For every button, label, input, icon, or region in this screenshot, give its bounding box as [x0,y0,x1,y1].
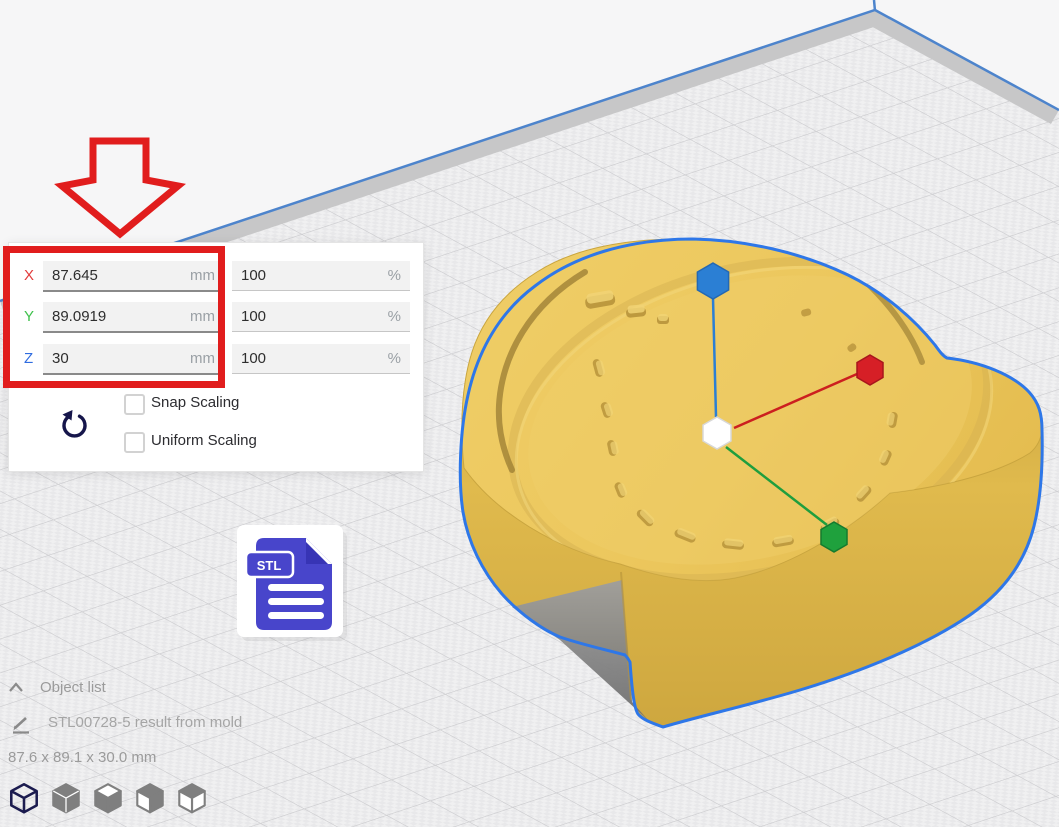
reset-scale-button[interactable] [55,405,93,443]
cube-open-left-icon [132,780,168,816]
uniform-scaling-checkbox[interactable] [124,432,145,453]
scale-row-y: Y mm % [9,302,423,333]
scale-row-x: X mm % [9,261,423,292]
solid-cube-icon [48,780,84,816]
mesh-type-anti-overhang-button[interactable] [174,780,210,816]
scale-row-z: Z mm % [9,344,423,375]
stl-file-badge: STL [237,525,347,641]
scale-x-input[interactable] [43,261,224,290]
snap-scaling-label: Snap Scaling [151,394,239,411]
cube-open-top-icon [90,780,126,816]
mesh-type-dont-support-overlaps-button[interactable] [132,780,168,816]
object-list-header[interactable]: Object list [40,679,106,696]
wireframe-cube-icon [6,780,42,816]
scale-x-mm-field: mm [43,261,224,292]
scale-tool-panel: X mm % Y mm % Z mm [8,242,424,472]
stl-badge-label: STL [257,558,282,573]
axis-z-label: Z [24,350,40,367]
scale-y-percent-field: % [232,302,410,332]
scale-z-mm-field: mm [43,344,224,375]
scale-handle-center[interactable] [703,417,731,449]
mesh-type-print-as-support-button[interactable] [48,780,84,816]
application-window: STL X mm % Y mm % [0,0,1059,827]
axis-y-label: Y [24,308,40,325]
pencil-icon [11,714,31,734]
scale-handle-y[interactable] [821,522,847,552]
axis-x-label: X [24,267,40,284]
mesh-type-normal-button[interactable] [6,780,42,816]
uniform-scaling-label: Uniform Scaling [151,432,257,449]
scale-x-percent-field: % [232,261,410,291]
snap-scaling-checkbox[interactable] [124,394,145,415]
scale-z-percent-input[interactable] [232,344,410,373]
object-list-item[interactable]: STL00728-5 result from mold [48,714,242,731]
scale-y-percent-input[interactable] [232,302,410,331]
object-dimensions: 87.6 x 89.1 x 30.0 mm [8,749,156,766]
scale-y-input[interactable] [43,302,224,331]
cube-open-front-icon [174,780,210,816]
scale-x-percent-input[interactable] [232,261,410,290]
scale-z-input[interactable] [43,344,224,373]
mesh-type-modify-overlaps-button[interactable] [90,780,126,816]
scale-z-percent-field: % [232,344,410,374]
object-list-collapse-icon[interactable] [7,680,25,694]
scale-y-mm-field: mm [43,302,224,333]
reset-rotate-icon [55,405,93,443]
scale-handle-x[interactable] [857,355,883,385]
mesh-type-toolbar [6,780,210,816]
plate-corner-axis-line [874,0,875,11]
